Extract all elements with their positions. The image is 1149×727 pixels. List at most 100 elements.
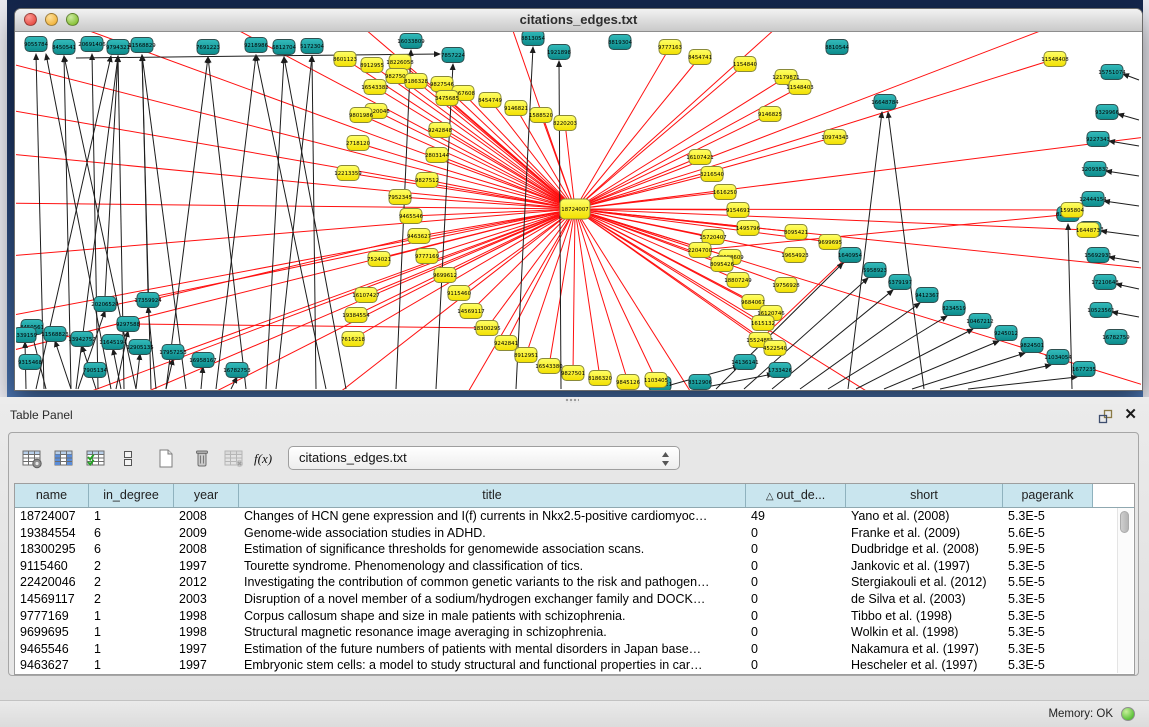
window-titlebar[interactable]: citations_edges.txt	[15, 9, 1142, 32]
show-columns-icon[interactable]	[51, 445, 77, 471]
graph-node[interactable]: 19756928	[772, 278, 800, 293]
graph-node[interactable]: 9242841	[494, 336, 518, 351]
graph-node[interactable]: 12213359	[334, 166, 362, 181]
float-panel-icon[interactable]	[1098, 409, 1113, 424]
graph-node[interactable]: 9218986	[244, 38, 269, 53]
graph-node[interactable]: 9339159	[16, 328, 38, 343]
graph-node[interactable]: 16107421	[686, 150, 713, 165]
graph-node[interactable]: 9055784	[24, 37, 49, 52]
graph-node[interactable]: 9777163	[658, 40, 682, 55]
graph-node[interactable]: 11034054	[1044, 350, 1072, 365]
graph-node[interactable]: 9845126	[616, 375, 641, 390]
new-column-icon[interactable]	[153, 445, 179, 471]
graph-node[interactable]: 17359924	[134, 293, 162, 308]
column-header-pagerank[interactable]: pagerank	[1003, 484, 1093, 507]
graph-node[interactable]: 9465546	[399, 209, 424, 224]
graph-node[interactable]: 6379197	[888, 275, 912, 290]
graph-node[interactable]: 3216540	[700, 167, 725, 182]
graph-node[interactable]: 13942757	[68, 332, 95, 347]
graph-node[interactable]: 1640954	[838, 248, 863, 263]
graph-node[interactable]: 16543382	[361, 80, 388, 95]
graph-node[interactable]: 18807249	[724, 273, 752, 288]
graph-node[interactable]: 9315468	[18, 355, 43, 370]
graph-node[interactable]: 10467212	[966, 314, 993, 329]
graph-node[interactable]: 1677235	[1072, 362, 1096, 377]
graph-node[interactable]: 9146825	[758, 107, 782, 122]
graph-node[interactable]: 4522540	[763, 341, 788, 356]
graph-node[interactable]: 9699695	[818, 235, 842, 250]
graph-node[interactable]: 8819304	[608, 35, 633, 50]
graph-node[interactable]: 12093832	[1081, 162, 1108, 177]
graph-node[interactable]: 9227343	[1086, 132, 1110, 147]
graph-node[interactable]: 7524021	[367, 252, 391, 267]
graph-node[interactable]: 8450541	[52, 40, 76, 55]
graph-node[interactable]: 9297588	[116, 317, 141, 332]
column-header-short[interactable]: short	[846, 484, 1003, 507]
graph-node[interactable]: 7857224	[441, 48, 466, 63]
graph-node[interactable]: 9794321	[106, 40, 130, 55]
table-row[interactable]: 1938455462009Genome-wide association stu…	[15, 525, 1134, 542]
table-scrollbar[interactable]	[1117, 508, 1133, 673]
graph-node[interactable]: 8810544	[825, 40, 850, 55]
column-header-out_de[interactable]: △out_de...	[746, 484, 846, 507]
column-header-title[interactable]: title	[239, 484, 746, 507]
graph-node[interactable]: 8454741	[688, 50, 712, 65]
graph-node[interactable]: 15751074	[1098, 65, 1126, 80]
table-row[interactable]: 911546021997Tourette syndrome. Phenomeno…	[15, 558, 1134, 575]
graph-node[interactable]: 19384554	[342, 308, 370, 323]
graph-node[interactable]: 9329966	[1095, 105, 1120, 120]
graph-node[interactable]: 7952345	[388, 190, 412, 205]
graph-node[interactable]: 9154691	[726, 203, 750, 218]
table-row[interactable]: 946554611997Estimation of the future num…	[15, 641, 1134, 658]
graph-node[interactable]: 8813054	[521, 32, 546, 46]
graph-node[interactable]: 9115460	[447, 286, 472, 301]
graph-node[interactable]: 9245012	[994, 326, 1018, 341]
graph-node[interactable]: 9412367	[915, 288, 939, 303]
function-builder-icon[interactable]: f(x)	[253, 445, 279, 471]
table-row[interactable]: 1456911722003Disruption of a novel membe…	[15, 591, 1134, 608]
graph-node[interactable]: 18226058	[386, 55, 414, 70]
graph-node[interactable]: 5958923	[863, 263, 887, 278]
graph-node[interactable]: 9777169	[415, 249, 440, 264]
graph-node[interactable]: 5172304	[300, 39, 325, 54]
table-row[interactable]: 1872400712008Changes of HCN gene express…	[15, 508, 1134, 525]
graph-node[interactable]: 9463627	[407, 229, 431, 244]
graph-node[interactable]: 20206526	[91, 297, 119, 312]
graph-node[interactable]: 17210648	[1091, 275, 1119, 290]
table-settings-icon[interactable]	[19, 445, 45, 471]
graph-node[interactable]: 16782753	[223, 363, 250, 378]
scrollbar-thumb[interactable]	[1120, 511, 1129, 533]
delete-table-icon[interactable]	[221, 445, 247, 471]
graph-node[interactable]: 1154840	[733, 57, 758, 72]
graph-node[interactable]: 9146821	[504, 101, 528, 116]
graph-node[interactable]: 12905135	[126, 340, 153, 355]
column-header-year[interactable]: year	[174, 484, 239, 507]
graph-node[interactable]: 8454749	[478, 93, 503, 108]
table-selector-dropdown[interactable]: citations_edges.txt	[288, 446, 680, 470]
graph-node[interactable]: 7905134	[83, 363, 108, 378]
graph-node[interactable]: 16107427	[352, 288, 379, 303]
graph-node[interactable]: 1588520	[529, 108, 554, 123]
table-row[interactable]: 969969511998Structural magnetic resonanc…	[15, 624, 1134, 641]
graph-node[interactable]: 8095421	[784, 225, 808, 240]
table-row[interactable]: 1830029562008Estimation of significance …	[15, 541, 1134, 558]
row-height-icon[interactable]	[115, 445, 141, 471]
graph-node[interactable]: 8095426	[710, 257, 735, 272]
graph-node[interactable]: 8234519	[942, 301, 967, 316]
graph-node[interactable]: 14569117	[457, 304, 484, 319]
graph-node[interactable]: 16958167	[189, 353, 216, 368]
graph-node[interactable]: 11548408	[1041, 52, 1069, 67]
graph-node[interactable]: 7691223	[196, 40, 220, 55]
graph-node[interactable]: 9827501	[561, 366, 585, 381]
graph-node[interactable]: 2718120	[346, 136, 371, 151]
graph-node[interactable]: 9242848	[428, 123, 453, 138]
graph-node[interactable]: 16033809	[397, 34, 425, 49]
graph-node[interactable]: 9827512	[415, 173, 439, 188]
divider-grip-icon[interactable]	[565, 398, 579, 403]
graph-node[interactable]: 18724007	[560, 199, 590, 219]
graph-node[interactable]: 7616218	[341, 332, 366, 347]
graph-node[interactable]: 8912955	[360, 58, 384, 73]
graph-node[interactable]: 9699612	[433, 268, 457, 283]
table-row[interactable]: 946362711997Embryonic stem cells: a mode…	[15, 657, 1134, 674]
delete-column-icon[interactable]	[189, 445, 215, 471]
